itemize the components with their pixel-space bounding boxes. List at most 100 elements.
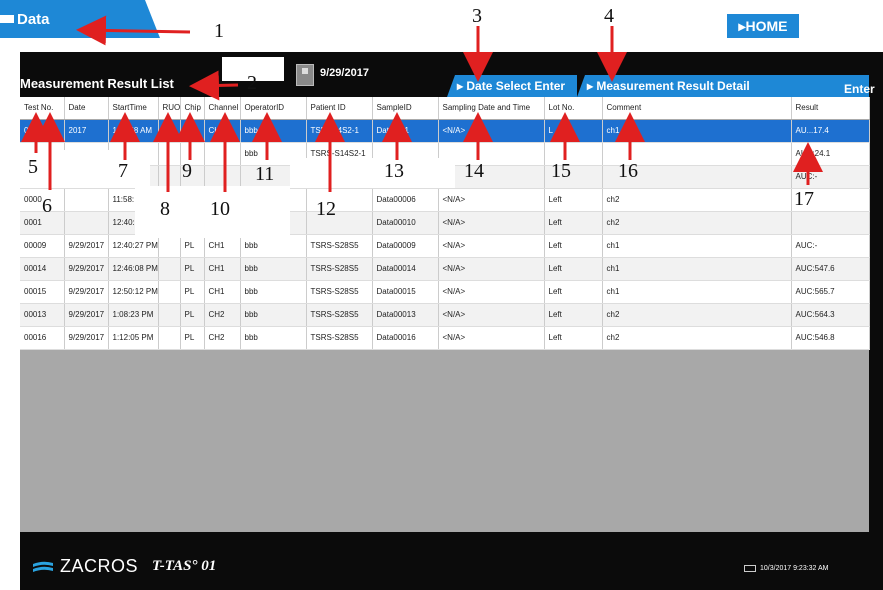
column-header[interactable]: Channel <box>204 97 241 120</box>
column-header[interactable]: SampleID <box>372 97 439 120</box>
list-title: Measurement Result List <box>20 76 174 91</box>
column-header[interactable]: Sampling Date and Time <box>438 97 545 120</box>
enter-label[interactable]: Enter <box>844 82 875 96</box>
column-header[interactable]: Lot No. <box>544 97 603 120</box>
table-cell: ch1 <box>602 280 792 304</box>
table-cell: 9/29/2017 <box>64 257 109 281</box>
column-header[interactable]: StartTime <box>108 97 159 120</box>
table-cell: 12:50:12 PM <box>108 280 159 304</box>
table-cell: TSRS-S28S5 <box>306 234 373 258</box>
table-cell <box>158 303 181 327</box>
table-cell: 00015 <box>20 280 65 304</box>
column-header[interactable]: Test No. <box>20 97 65 120</box>
data-tab-content: Data <box>0 0 50 38</box>
brand-name: ZACROS <box>60 556 139 576</box>
table-row[interactable]: 00013 9/29/2017 1:08:23 PM PL CH2 bbb TSRS-S28… <box>20 303 870 327</box>
table-cell <box>64 211 109 235</box>
table-cell: 2017 <box>64 119 109 143</box>
table-cell: Data00013 <box>372 303 439 327</box>
column-header[interactable]: Comment <box>602 97 792 120</box>
table-cell: 00014 <box>20 257 65 281</box>
callout-12: 12 <box>316 198 336 220</box>
table-cell: 00 <box>20 119 65 143</box>
table-cell: Left <box>544 326 603 350</box>
product-logo: T-TAS° 01 <box>152 558 217 574</box>
table-cell: CH1 <box>204 280 241 304</box>
table-cell: bbb <box>240 257 307 281</box>
callout-13: 13 <box>384 160 404 182</box>
table-cell: Data00014 <box>372 257 439 281</box>
table-cell: Left <box>544 257 603 281</box>
table-cell: TSRS-S28S5 <box>306 303 373 327</box>
table-cell <box>64 188 109 212</box>
table-cell: Left <box>544 303 603 327</box>
table-header-row: Test No. Date StartTime RUO Chip Channel Opera… <box>20 97 870 120</box>
column-header[interactable]: OperatorID <box>240 97 307 120</box>
table-cell: <N/A> <box>438 257 545 281</box>
table-cell: ch2 <box>602 303 792 327</box>
table-cell <box>158 165 181 189</box>
table-cell: 00016 <box>20 326 65 350</box>
callout-15: 15 <box>551 160 571 182</box>
table-cell <box>158 142 181 166</box>
table-cell: PL <box>180 280 205 304</box>
table-cell: PL <box>180 257 205 281</box>
annotation-mask <box>290 158 455 188</box>
table-cell: <N/A> <box>438 303 545 327</box>
table-cell: 9/29/2017 <box>64 326 109 350</box>
date-select-enter-button[interactable]: ▸ Date Select Enter <box>447 75 577 97</box>
table-cell: ch1 <box>602 257 792 281</box>
table-cell: 9/29/2017 <box>64 303 109 327</box>
callout-4: 4 <box>604 5 614 27</box>
table-row[interactable]: 00016 9/29/2017 1:12:05 PM PL CH2 bbb TSRS-S28… <box>20 326 870 350</box>
table-cell: 12:46:08 PM <box>108 257 159 281</box>
column-header[interactable]: Patient ID <box>306 97 373 120</box>
callout-14: 14 <box>464 160 484 182</box>
table-cell: 1C...58 AM <box>108 119 159 143</box>
column-header[interactable]: Date <box>64 97 109 120</box>
table-cell: bbb <box>240 119 307 143</box>
table-cell: Data00009 <box>372 234 439 258</box>
column-header[interactable]: Chip <box>180 97 205 120</box>
table-cell: Data00010 <box>372 211 439 235</box>
table-cell: bbb <box>240 326 307 350</box>
table-cell: 9/29/2017 <box>64 280 109 304</box>
table-cell: 00013 <box>20 303 65 327</box>
table-cell: TSRS-S28S5 <box>306 280 373 304</box>
table-cell: Left <box>544 211 603 235</box>
table-cell: 9/29/2017 <box>64 234 109 258</box>
table-cell: TSRS-S28S5 <box>306 257 373 281</box>
table-cell: Dat...001 <box>372 119 439 143</box>
measurement-result-detail-button[interactable]: ▸ Measurement Result Detail <box>577 75 869 97</box>
table-row[interactable]: 00015 9/29/2017 12:50:12 PM PL CH1 bbb TSRS-S2… <box>20 280 870 304</box>
table-cell: TSRS-S28S5 <box>306 326 373 350</box>
table-cell: ch2 <box>602 211 792 235</box>
table-cell: AUC:- <box>791 165 870 189</box>
callout-10: 10 <box>210 198 230 220</box>
column-header[interactable]: RUO <box>158 97 181 120</box>
table-cell: 1:12:05 PM <box>108 326 159 350</box>
table-cell: Data00016 <box>372 326 439 350</box>
table-row[interactable]: 00 2017 1C...58 AM CH bbb TSR...14S2-1 Dat...0… <box>20 119 870 143</box>
home-button[interactable]: ▸HOME <box>727 14 799 38</box>
table-cell: 00009 <box>20 234 65 258</box>
callout-9: 9 <box>182 160 192 182</box>
table-cell: <N/A> <box>438 326 545 350</box>
table-cell: <N/A> <box>438 234 545 258</box>
table-cell <box>791 211 870 235</box>
table-cell <box>204 142 241 166</box>
table-cell <box>158 119 181 143</box>
table-cell: Left <box>544 234 603 258</box>
table-cell <box>204 165 241 189</box>
table-row[interactable]: 00014 9/29/2017 12:46:08 PM PL CH1 bbb TSRS-S2… <box>20 257 870 281</box>
callout-17: 17 <box>794 188 814 210</box>
table-cell: CH2 <box>204 303 241 327</box>
status-clock: 10/3/2017 9:23:32 AM <box>744 565 829 572</box>
column-header[interactable]: Result <box>791 97 870 120</box>
data-tab-label: Data <box>17 10 50 28</box>
table-cell: PL <box>180 326 205 350</box>
table-cell: AU...17.4 <box>791 119 870 143</box>
table-cell: AUC:- <box>791 234 870 258</box>
table-cell: 1:08:23 PM <box>108 303 159 327</box>
table-cell: Data00015 <box>372 280 439 304</box>
